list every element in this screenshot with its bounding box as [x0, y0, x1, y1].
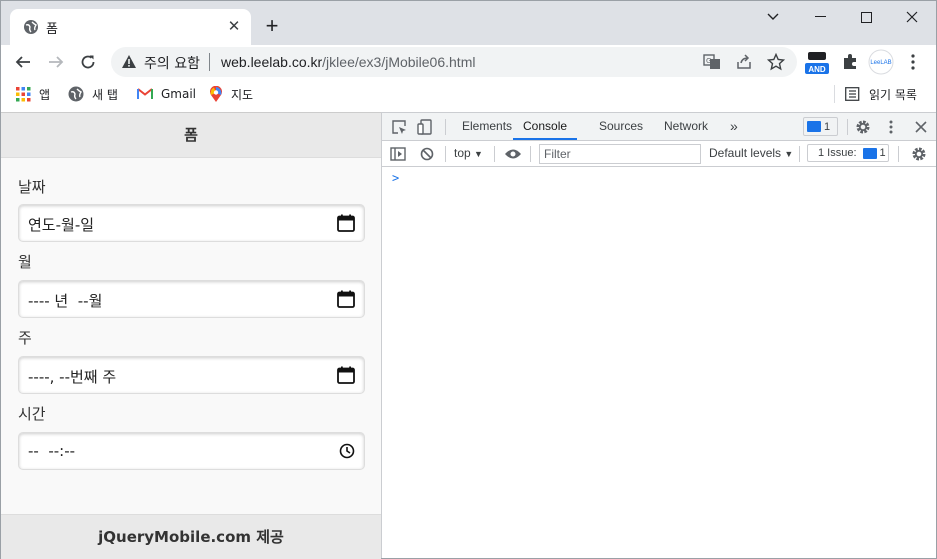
tab-strip: 폼 ✕ + [1, 1, 936, 45]
browser-window: 폼 ✕ + 주의 요함 web.leelab.co.kr/jklee/ex3/j… [0, 0, 937, 559]
time-value: -- --:-- [28, 442, 76, 460]
back-arrow-icon[interactable] [11, 50, 35, 74]
inspect-element-icon[interactable] [389, 117, 409, 137]
clock-icon[interactable] [339, 443, 355, 459]
svg-text:AND: AND [808, 65, 826, 74]
forward-arrow-icon[interactable] [44, 50, 68, 74]
tab-network[interactable]: Network [664, 113, 708, 140]
page-viewport: 폼 날짜 연도-월-일 월 ---- 년 --월 주 ----, --번째 주 [1, 112, 381, 559]
devtools-menu-icon[interactable] [881, 117, 901, 137]
page-header: 폼 [1, 113, 381, 158]
svg-text:G: G [706, 57, 711, 65]
extension-and-icon[interactable]: AND [804, 49, 830, 77]
extensions-puzzle-icon[interactable] [838, 50, 862, 74]
translate-icon[interactable]: G [703, 53, 721, 71]
week-value: ----, --번째 주 [28, 368, 117, 386]
settings-gear-icon[interactable] [853, 117, 873, 137]
bookmarks-divider [834, 85, 835, 103]
tab-elements[interactable]: Elements [462, 113, 512, 140]
devtools-divider [847, 119, 848, 135]
calendar-icon[interactable] [337, 290, 355, 308]
minimize-icon[interactable] [797, 1, 843, 33]
warning-icon[interactable] [121, 54, 137, 69]
globe-icon [24, 20, 38, 34]
console-toolbar: top ▼ Filter Default levels ▼ 1 Issue: 1 [382, 141, 936, 167]
svg-text:LeeLAB: LeeLAB [870, 60, 891, 66]
profile-avatar[interactable]: LeeLAB [868, 49, 894, 75]
more-tabs-icon[interactable]: » [730, 113, 738, 140]
show-sidebar-icon[interactable] [388, 144, 408, 164]
tab-title: 폼 [46, 22, 58, 37]
omnibox-divider [209, 53, 210, 71]
console-filter-input[interactable]: Filter [539, 144, 701, 164]
date-label: 날짜 [18, 178, 46, 196]
week-input[interactable]: ----, --번째 주 [18, 356, 365, 394]
reload-icon[interactable] [76, 50, 100, 74]
devtools-divider [494, 146, 495, 162]
date-input[interactable]: 연도-월-일 [18, 204, 365, 242]
week-label: 주 [18, 329, 32, 347]
devtools-divider [445, 119, 446, 135]
devtools-divider [799, 146, 800, 162]
message-icon [807, 121, 821, 132]
console-messages-badge[interactable]: 1 [803, 117, 838, 136]
browser-toolbar: 주의 요함 web.leelab.co.kr/jklee/ex3/jMobile… [1, 45, 936, 79]
page-footer: jQueryMobile.com 제공 [1, 514, 381, 559]
log-levels-dropdown[interactable]: Default levels ▼ [709, 146, 793, 160]
devtools-divider [530, 146, 531, 162]
month-value: ---- 년 --월 [28, 292, 103, 310]
console-prompt[interactable]: > [392, 171, 399, 185]
maps-pin-icon [210, 85, 222, 102]
bookmark-new-tab[interactable]: 새 탭 [68, 85, 118, 103]
clear-console-icon[interactable] [417, 144, 437, 164]
reading-list-icon [845, 87, 860, 101]
time-input[interactable]: -- --:-- [18, 432, 365, 470]
share-icon[interactable] [735, 53, 753, 71]
browser-menu-icon[interactable] [901, 50, 925, 74]
devtools-panel: Elements Console Sources Network » 1 top… [381, 112, 936, 558]
tab-close-icon[interactable]: ✕ [224, 17, 244, 37]
issue-message-icon [862, 147, 877, 159]
bookmark-apps[interactable]: 앱 [16, 85, 50, 103]
apps-grid-icon [16, 86, 31, 101]
devtools-divider [445, 146, 446, 162]
issues-badge[interactable]: 1 Issue: 1 [807, 144, 889, 162]
devtools-close-icon[interactable] [911, 117, 931, 137]
devtools-tabbar: Elements Console Sources Network » 1 [382, 113, 936, 141]
calendar-icon[interactable] [337, 366, 355, 384]
url-text[interactable]: web.leelab.co.kr/jklee/ex3/jMobile06.htm… [221, 54, 475, 70]
devtools-divider [898, 146, 899, 162]
date-value: 연도-월-일 [28, 216, 95, 234]
tab-console[interactable]: Console [513, 113, 578, 140]
context-selector[interactable]: top ▼ [454, 146, 483, 160]
browser-tab[interactable]: 폼 ✕ [10, 9, 251, 45]
gmail-icon [137, 88, 153, 99]
bookmark-star-icon[interactable] [767, 53, 785, 71]
month-input[interactable]: ---- 년 --월 [18, 280, 365, 318]
month-label: 월 [18, 253, 32, 271]
new-tab-icon[interactable]: + [260, 15, 284, 39]
calendar-icon[interactable] [337, 214, 355, 232]
device-toolbar-icon[interactable] [415, 117, 435, 137]
dropdown-triangle-icon: ▼ [474, 149, 483, 159]
dropdown-triangle-icon: ▼ [784, 149, 794, 159]
security-label[interactable]: 주의 요함 [144, 53, 200, 73]
bookmarks-bar: 앱 새 탭 Gmail 지도 읽기 목록 [1, 79, 936, 109]
time-label: 시간 [18, 405, 46, 423]
window-close-icon[interactable] [889, 1, 935, 33]
address-bar[interactable]: 주의 요함 web.leelab.co.kr/jklee/ex3/jMobile… [111, 47, 797, 77]
maximize-icon[interactable] [843, 1, 889, 33]
reading-list[interactable]: 읽기 목록 [845, 85, 917, 103]
tab-search-chevron-icon[interactable] [750, 1, 796, 33]
bookmark-gmail[interactable]: Gmail [137, 85, 196, 103]
globe-icon [68, 86, 84, 102]
console-settings-gear-icon[interactable] [909, 144, 929, 164]
bookmark-maps[interactable]: 지도 [209, 85, 253, 103]
tab-sources[interactable]: Sources [599, 113, 643, 140]
live-expression-eye-icon[interactable] [503, 144, 523, 164]
